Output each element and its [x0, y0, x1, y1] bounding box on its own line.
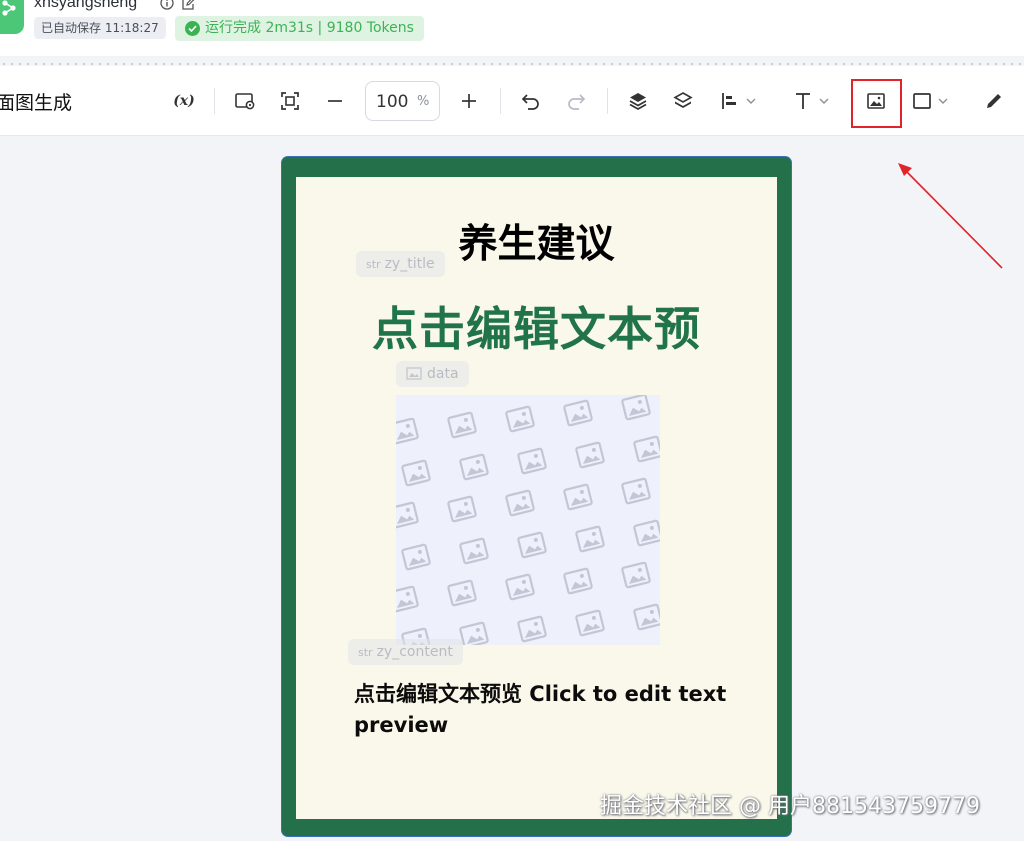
- watermark: 掘金技术社区 @ 用户881543759779: [600, 794, 980, 819]
- annotation-arrow: [898, 163, 1003, 269]
